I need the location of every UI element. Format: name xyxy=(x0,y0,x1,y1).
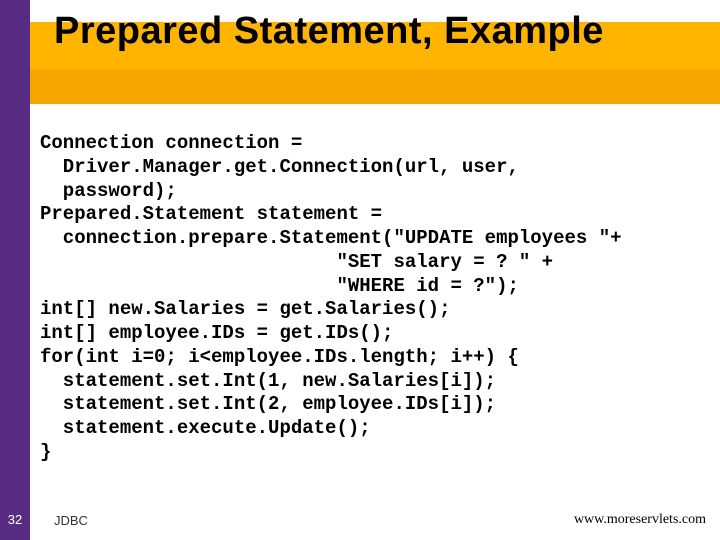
code-block: Connection connection = Driver.Manager.g… xyxy=(40,132,704,465)
page-number: 32 xyxy=(0,508,30,530)
footer: 32 JDBC www.moreservlets.com xyxy=(0,506,720,530)
footer-url: www.moreservlets.com xyxy=(574,512,706,528)
footer-topic: JDBC xyxy=(54,513,88,528)
title-band: Prepared Statement, Example xyxy=(30,22,720,104)
sidebar-accent xyxy=(0,0,30,540)
slide-title: Prepared Statement, Example xyxy=(54,10,604,53)
slide: Prepared Statement, Example Connection c… xyxy=(0,0,720,540)
